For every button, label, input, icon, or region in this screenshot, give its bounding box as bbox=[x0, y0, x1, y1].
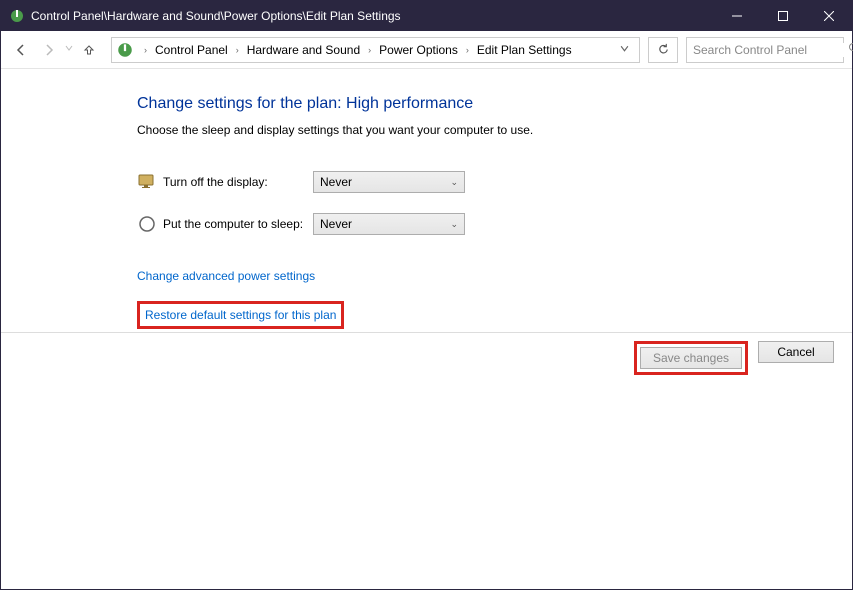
window-controls bbox=[714, 1, 852, 31]
sleep-dropdown[interactable]: Never ⌄ bbox=[313, 213, 465, 235]
display-off-label: Turn off the display: bbox=[163, 175, 313, 189]
up-button[interactable] bbox=[77, 38, 101, 62]
search-box[interactable] bbox=[686, 37, 844, 63]
content-area: Change settings for the plan: High perfo… bbox=[1, 69, 852, 329]
breadcrumb-item[interactable]: Hardware and Sound bbox=[245, 43, 362, 57]
titlebar: Control Panel\Hardware and Sound\Power O… bbox=[1, 1, 852, 31]
page-subtext: Choose the sleep and display settings th… bbox=[137, 123, 852, 137]
app-icon bbox=[9, 8, 25, 24]
monitor-icon bbox=[137, 172, 157, 192]
display-off-row: Turn off the display: Never ⌄ bbox=[137, 171, 852, 193]
maximize-button[interactable] bbox=[760, 1, 806, 31]
chevron-down-icon: ⌄ bbox=[450, 177, 458, 188]
highlight-annotation: Save changes bbox=[634, 341, 748, 375]
advanced-settings-link[interactable]: Change advanced power settings bbox=[137, 269, 852, 283]
search-icon[interactable] bbox=[848, 42, 853, 57]
sleep-label: Put the computer to sleep: bbox=[163, 217, 313, 231]
chevron-right-icon[interactable]: › bbox=[364, 45, 375, 55]
search-input[interactable] bbox=[693, 43, 848, 57]
breadcrumb-item[interactable]: Edit Plan Settings bbox=[475, 43, 574, 57]
breadcrumb-item[interactable]: Control Panel bbox=[153, 43, 230, 57]
sleep-value: Never bbox=[320, 217, 352, 231]
chevron-right-icon[interactable]: › bbox=[462, 45, 473, 55]
chevron-right-icon[interactable]: › bbox=[140, 45, 151, 55]
navbar: › Control Panel › Hardware and Sound › P… bbox=[1, 31, 852, 69]
forward-button[interactable] bbox=[37, 38, 61, 62]
chevron-down-icon: ⌄ bbox=[450, 219, 458, 230]
save-button[interactable]: Save changes bbox=[640, 347, 742, 369]
chevron-right-icon[interactable]: › bbox=[232, 45, 243, 55]
display-off-value: Never bbox=[320, 175, 352, 189]
close-button[interactable] bbox=[806, 1, 852, 31]
refresh-button[interactable] bbox=[648, 37, 678, 63]
highlight-annotation: Restore default settings for this plan bbox=[137, 301, 344, 329]
display-off-dropdown[interactable]: Never ⌄ bbox=[313, 171, 465, 193]
titlebar-path: Control Panel\Hardware and Sound\Power O… bbox=[31, 9, 714, 23]
address-bar[interactable]: › Control Panel › Hardware and Sound › P… bbox=[111, 37, 640, 63]
sleep-row: Put the computer to sleep: Never ⌄ bbox=[137, 213, 852, 235]
moon-icon bbox=[137, 214, 157, 234]
minimize-button[interactable] bbox=[714, 1, 760, 31]
footer-buttons: Save changes Cancel bbox=[1, 332, 852, 383]
power-options-icon bbox=[116, 41, 134, 59]
recent-dropdown-icon[interactable] bbox=[65, 44, 73, 55]
address-dropdown-icon[interactable] bbox=[614, 44, 635, 56]
cancel-button[interactable]: Cancel bbox=[758, 341, 834, 363]
restore-defaults-link[interactable]: Restore default settings for this plan bbox=[145, 308, 336, 322]
breadcrumb-item[interactable]: Power Options bbox=[377, 43, 460, 57]
page-heading: Change settings for the plan: High perfo… bbox=[137, 95, 852, 113]
back-button[interactable] bbox=[9, 38, 33, 62]
